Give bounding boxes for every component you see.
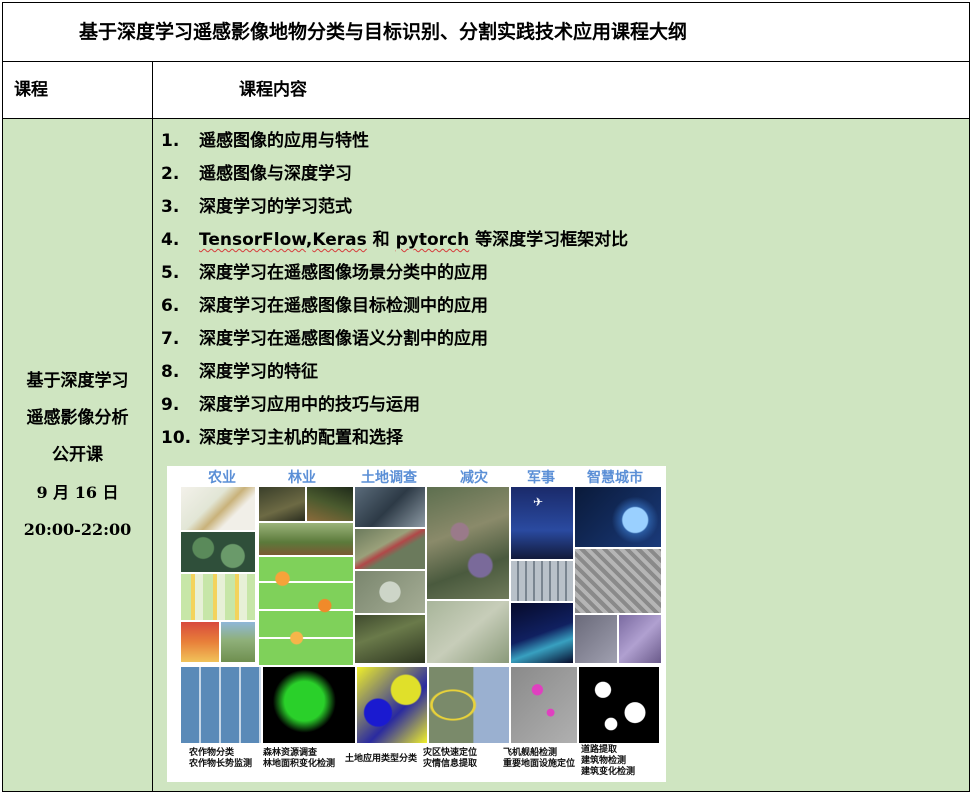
disaster-location-result: [429, 667, 509, 743]
disaster-terrain-image: [427, 487, 509, 599]
topic-item: 5. 深度学习在遥感图像场景分类中的应用: [161, 257, 969, 290]
topic-number: 10.: [161, 428, 192, 448]
topic-item: 8. 深度学习的特征: [161, 356, 969, 389]
disaster-area-image: [427, 601, 509, 663]
forestry-classification-maps: [259, 557, 353, 665]
topic-text: 遥感图像与深度学习: [199, 164, 352, 184]
topic-item: 7. 深度学习在遥感图像语义分割中的应用: [161, 323, 969, 356]
caption-crop-growth: 农作物长势监测: [189, 759, 253, 769]
topic-item: 4. TensorFlow,Keras 和 pytorch 等深度学习框架对比: [161, 224, 969, 257]
caption-aircraft-ship: 飞机舰船检测: [503, 748, 558, 758]
topic-number: 2.: [161, 164, 180, 184]
land-use-classification-result: [357, 667, 427, 743]
remote-sensing-applications-collage: 农业 林业 土地调查 减灾 军事 智慧城市 ✈ 农作物分类 农作物长势监测 森林…: [167, 466, 666, 782]
caption-disaster-location: 灾区快速定位: [423, 748, 478, 758]
topic-item: 3. 深度学习的学习范式: [161, 191, 969, 224]
topic-number: 6.: [161, 296, 180, 316]
aircraft-ship-detection-result: [511, 667, 577, 743]
topic-item: 1. 遥感图像的应用与特性: [161, 125, 969, 158]
category-agriculture: 农业: [208, 470, 236, 486]
topic-text-tail: 等深度学习框架对比: [469, 230, 629, 250]
framework-tensorflow: TensorFlow: [199, 230, 306, 250]
crop-classification-result: [181, 667, 261, 743]
agriculture-document-image: [181, 487, 255, 530]
course-content-cell: 1. 遥感图像的应用与特性 2. 遥感图像与深度学习 3. 深度学习的学习范式 4. T…: [151, 118, 971, 792]
forestry-trees-photo: [259, 487, 305, 521]
land-survey-aerial-3: [355, 571, 425, 613]
topic-text: 深度学习在遥感图像目标检测中的应用: [199, 296, 488, 316]
smart-city-urban-aerial: [575, 549, 661, 613]
caption-forest-survey: 森林资源调查: [263, 748, 318, 758]
caption-forest-change: 林地面积变化检测: [263, 759, 336, 769]
caption-building-detection: 建筑物检测: [581, 756, 627, 766]
caption-building-change: 建筑变化检测: [581, 767, 636, 777]
category-military: 军事: [527, 470, 555, 486]
military-airfield-image: [511, 561, 573, 601]
topic-number: 4.: [161, 230, 180, 250]
topic-number: 8.: [161, 362, 180, 382]
smart-city-globe-image: [575, 487, 661, 547]
military-radar-image: [511, 603, 573, 663]
land-survey-aerial-1: [355, 487, 425, 527]
course-info-cell: 基于深度学习 遥感影像分析 公开课 9 月 16 日 20:00-22:00: [2, 118, 153, 792]
topic-item: 2. 遥感图像与深度学习: [161, 158, 969, 191]
topic-text: 深度学习在遥感图像语义分割中的应用: [199, 329, 488, 349]
aircraft-icon: ✈: [533, 495, 544, 509]
category-disaster-reduction: 减灾: [460, 470, 488, 486]
topic-number: 1.: [161, 131, 180, 151]
framework-pytorch: pytorch: [395, 230, 470, 250]
topic-list: 1. 遥感图像的应用与特性 2. 遥感图像与深度学习 3. 深度学习的学习范式 4. T…: [161, 125, 969, 455]
land-survey-aerial-2: [355, 529, 425, 569]
caption-land-use: 土地应用类型分类: [345, 754, 418, 764]
framework-keras: Keras: [312, 230, 367, 250]
topic-number: 5.: [161, 263, 180, 283]
course-name-line-1: 基于深度学习: [26, 370, 129, 391]
land-survey-aerial-4: [355, 615, 425, 663]
content-column-header: 课程内容: [151, 61, 971, 119]
road-building-extraction-result: [579, 667, 659, 743]
forest-survey-result: [263, 667, 355, 743]
caption-road-extraction: 道路提取: [581, 745, 618, 755]
smart-city-buildings-2: [619, 615, 661, 663]
topic-text-and: 和: [366, 230, 396, 250]
agriculture-crop-circles-image: [181, 532, 255, 572]
military-3d-visualization: ✈: [511, 487, 573, 559]
caption-facility-location: 重要地面设施定位: [503, 759, 576, 769]
topic-item: 9. 深度学习应用中的技巧与运用: [161, 389, 969, 422]
caption-disaster-info: 灾情信息提取: [423, 759, 478, 769]
smart-city-buildings-1: [575, 615, 617, 663]
topic-text: 深度学习的学习范式: [199, 197, 352, 217]
agriculture-field-photo: [221, 622, 255, 662]
category-forestry: 林业: [288, 470, 316, 486]
topic-number: 7.: [161, 329, 180, 349]
topic-text: 深度学习的特征: [199, 362, 318, 382]
category-land-survey: 土地调查: [361, 470, 417, 486]
agriculture-field-map-image: [181, 574, 255, 620]
category-smart-city: 智慧城市: [587, 470, 643, 486]
course-name-line-2: 遥感影像分析: [26, 407, 129, 428]
forestry-landscape-photo: [259, 523, 353, 555]
topic-text: 深度学习应用中的技巧与运用: [199, 395, 420, 415]
document-page: 基于深度学习遥感影像地物分类与目标识别、分割实践技术应用课程大纲 课程 课程内容…: [0, 0, 972, 796]
topic-item: 6. 深度学习在遥感图像目标检测中的应用: [161, 290, 969, 323]
forestry-people-photo: [307, 487, 353, 521]
caption-crop-classification: 农作物分类: [189, 748, 235, 758]
topic-text: 深度学习主机的配置和选择: [199, 428, 403, 448]
document-title: 基于深度学习遥感影像地物分类与目标识别、分割实践技术应用课程大纲: [79, 21, 688, 43]
agriculture-heatmap-image: [181, 622, 219, 662]
topic-number: 3.: [161, 197, 180, 217]
course-time: 20:00-22:00: [23, 519, 132, 539]
course-name-line-3: 公开课: [52, 444, 103, 465]
course-outline-table: 基于深度学习遥感影像地物分类与目标识别、分割实践技术应用课程大纲 课程 课程内容…: [1, 2, 971, 792]
title-cell: 基于深度学习遥感影像地物分类与目标识别、分割实践技术应用课程大纲: [1, 2, 971, 62]
topic-item: 10. 深度学习主机的配置和选择: [161, 422, 969, 455]
topic-text: 遥感图像的应用与特性: [199, 131, 369, 151]
topic-text: 深度学习在遥感图像场景分类中的应用: [199, 263, 488, 283]
course-column-header: 课程: [2, 61, 153, 119]
topic-number: 9.: [161, 395, 180, 415]
course-date: 9 月 16 日: [36, 482, 119, 502]
